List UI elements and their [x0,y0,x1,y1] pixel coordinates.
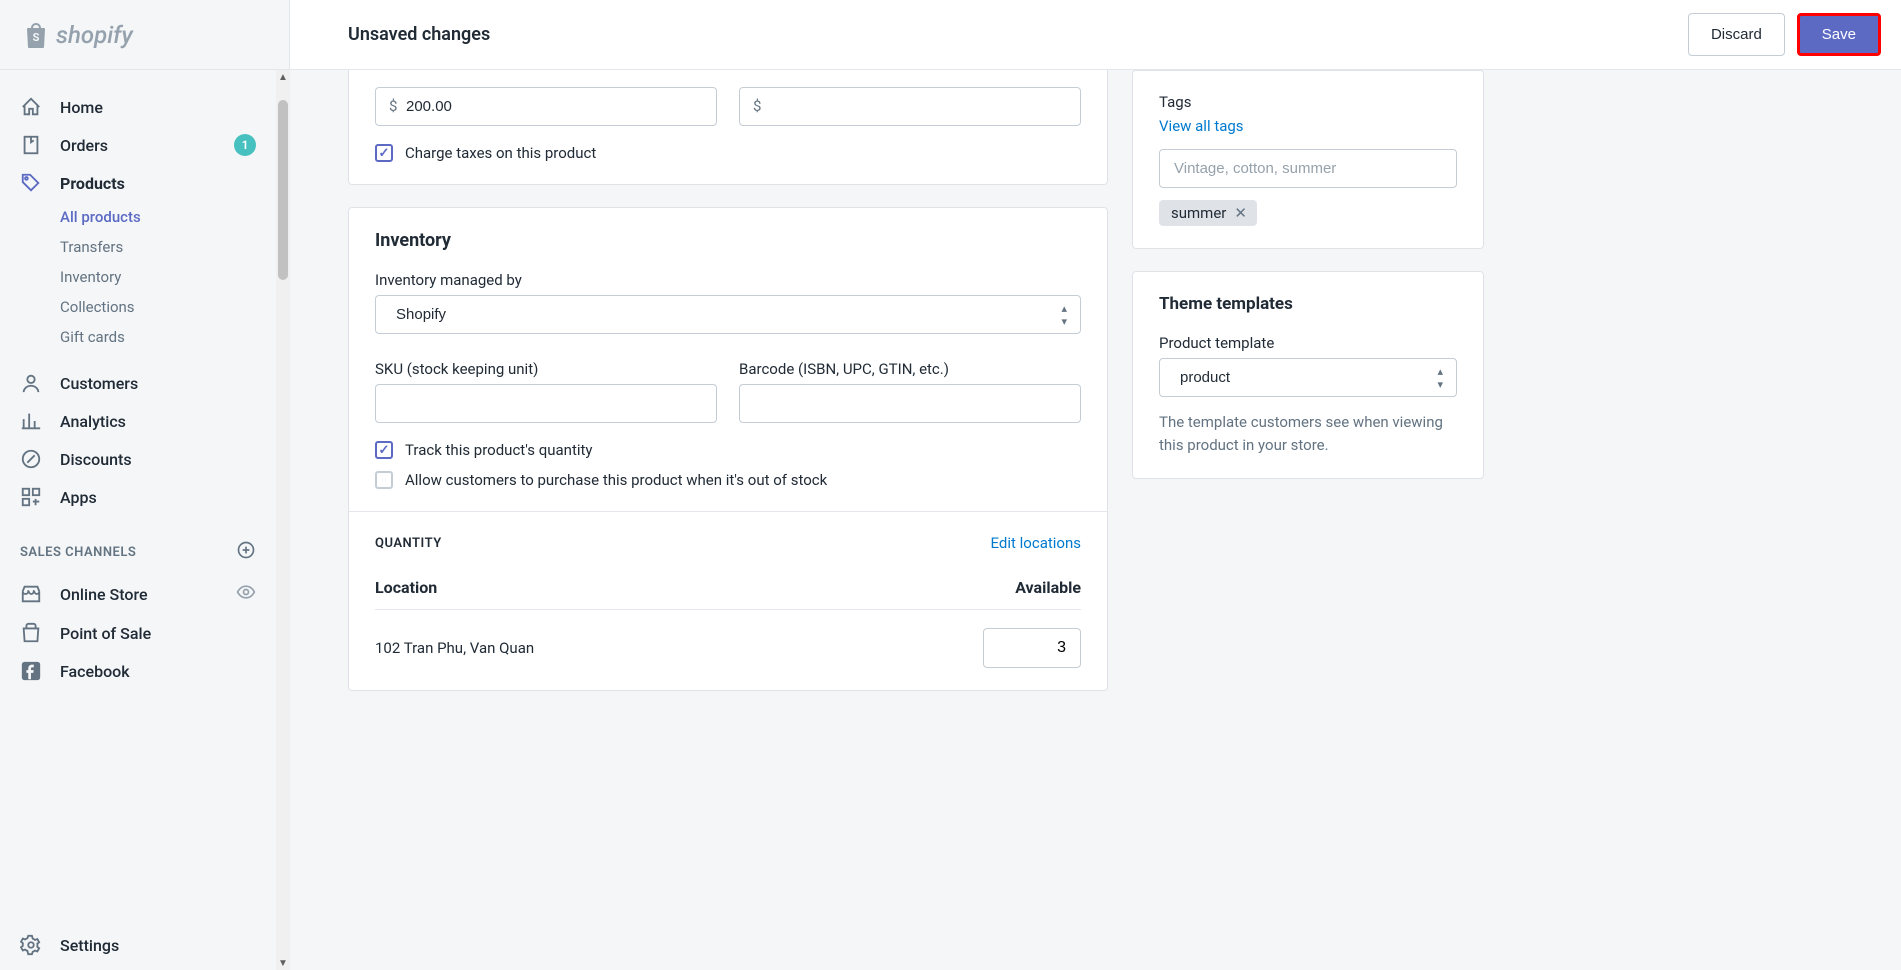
edit-locations-link[interactable]: Edit locations [991,534,1081,552]
col-available: Available [1015,578,1081,597]
template-helper-text: The template customers see when viewing … [1159,411,1457,456]
nav-inventory[interactable]: Inventory [0,262,276,292]
allow-oos-label: Allow customers to purchase this product… [405,471,827,489]
tag-remove-icon[interactable]: ✕ [1234,204,1247,222]
inventory-title: Inventory [375,230,1081,251]
tag-icon [20,172,42,194]
location-value: 102 Tran Phu, Van Quan [375,639,534,657]
available-input[interactable] [983,628,1081,668]
allow-oos-checkbox[interactable] [375,471,393,489]
scroll-thumb[interactable] [278,100,288,280]
view-all-tags-link[interactable]: View all tags [1159,117,1244,135]
tags-input[interactable] [1159,149,1457,188]
charge-taxes-label: Charge taxes on this product [405,144,596,162]
home-icon [20,96,42,118]
shopify-logo[interactable]: S shopify [0,0,290,70]
nav-label: Facebook [60,662,130,681]
barcode-input[interactable] [739,384,1081,423]
nav-label: Settings [60,936,119,955]
inventory-managed-select[interactable] [375,295,1081,334]
unsaved-changes-label: Unsaved changes [348,24,490,45]
sales-channels-header: SALES CHANNELS [0,516,276,574]
nav-facebook[interactable]: Facebook [0,652,276,690]
scroll-down-icon[interactable]: ▼ [276,956,290,970]
nav-label: Online Store [60,585,148,604]
shopify-logo-text: shopify [56,21,133,49]
orders-badge: 1 [234,134,256,156]
chart-icon [20,410,42,432]
charge-taxes-checkbox[interactable] [375,144,393,162]
tag-label: summer [1171,204,1226,222]
eye-icon[interactable] [236,582,256,606]
nav-label: Analytics [60,412,126,431]
quantity-title: QUANTITY [375,536,442,551]
svg-text:S: S [33,31,40,44]
nav-orders[interactable]: Orders 1 [0,126,276,164]
discard-button[interactable]: Discard [1688,13,1785,56]
nav-label: Discounts [60,450,132,469]
nav-home[interactable]: Home [0,88,276,126]
product-template-label: Product template [1159,334,1457,352]
price-input[interactable] [375,87,717,126]
compare-price-input[interactable] [739,87,1081,126]
currency-symbol: $ [389,97,397,115]
nav-gift-cards[interactable]: Gift cards [0,322,276,352]
inventory-managed-label: Inventory managed by [375,271,1081,289]
store-icon [20,583,42,605]
nav-label: Customers [60,374,138,393]
nav-analytics[interactable]: Analytics [0,402,276,440]
nav-apps[interactable]: Apps [0,478,276,516]
shopify-bag-icon: S [24,21,48,49]
nav-transfers[interactable]: Transfers [0,232,276,262]
nav-label: Orders [60,136,108,155]
nav-label: Home [60,98,103,117]
sidebar: Home Orders 1 Products All products Tran… [0,70,276,970]
orders-icon [20,134,42,156]
tags-title: Tags [1159,93,1457,111]
nav-label: Apps [60,488,97,507]
nav-label: Point of Sale [60,624,151,643]
sku-label: SKU (stock keeping unit) [375,360,717,378]
sidebar-scrollbar[interactable]: ▲ ▼ [276,70,290,970]
currency-symbol: $ [753,97,761,115]
save-button[interactable]: Save [1797,13,1881,56]
gear-icon [20,934,42,956]
discount-icon [20,448,42,470]
nav-all-products[interactable]: All products [0,202,276,232]
nav-point-of-sale[interactable]: Point of Sale [0,614,276,652]
apps-icon [20,486,42,508]
barcode-label: Barcode (ISBN, UPC, GTIN, etc.) [739,360,1081,378]
pos-icon [20,622,42,644]
nav-collections[interactable]: Collections [0,292,276,322]
nav-products[interactable]: Products [0,164,276,202]
col-location: Location [375,578,437,597]
add-channel-icon[interactable] [236,540,256,564]
nav-settings[interactable]: Settings [0,920,276,970]
nav-label: Products [60,174,125,193]
sku-input[interactable] [375,384,717,423]
product-template-select[interactable] [1159,358,1457,397]
table-row: 102 Tran Phu, Van Quan [375,628,1081,668]
nav-discounts[interactable]: Discounts [0,440,276,478]
track-quantity-label: Track this product's quantity [405,441,593,459]
user-icon [20,372,42,394]
nav-customers[interactable]: Customers [0,364,276,402]
scroll-up-icon[interactable]: ▲ [276,70,290,84]
theme-templates-title: Theme templates [1159,294,1457,314]
tag-chip: summer ✕ [1159,200,1257,226]
facebook-icon [20,660,42,682]
nav-online-store[interactable]: Online Store [0,574,276,614]
track-quantity-checkbox[interactable] [375,441,393,459]
